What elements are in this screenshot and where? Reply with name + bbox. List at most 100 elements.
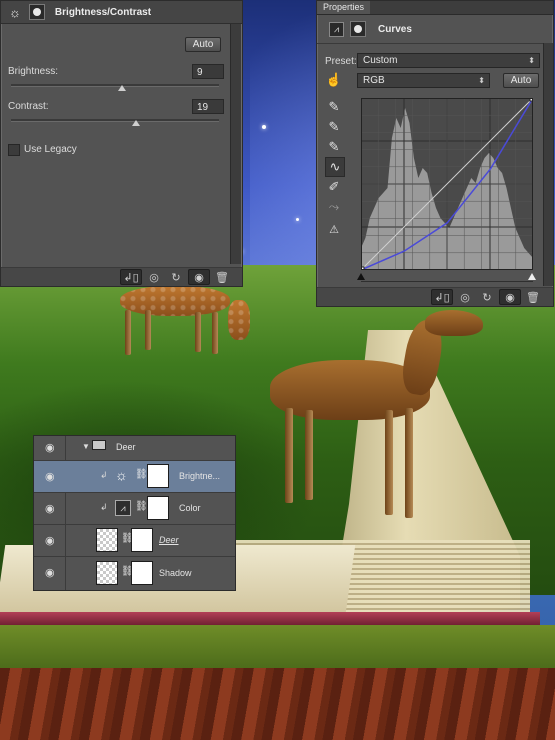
reset-icon[interactable]: ↻ — [477, 290, 497, 304]
pencil-icon[interactable]: ✐ — [325, 178, 343, 196]
sun-adjust-icon: ☼ — [9, 4, 21, 20]
white-point-slider[interactable] — [528, 273, 536, 280]
star — [262, 125, 266, 129]
scrollbar[interactable] — [543, 43, 553, 286]
fawn-leg — [195, 312, 201, 352]
mask-icon — [28, 4, 45, 20]
preset-select[interactable]: Custom ⬍ — [357, 53, 540, 68]
fawn-leg — [212, 312, 218, 354]
fawn-leg — [125, 310, 131, 355]
layer-name: Shadow — [159, 568, 192, 578]
panel-header: ☼ Brightness/Contrast — [1, 1, 242, 24]
layer-mask-thumbnail[interactable] — [131, 561, 153, 585]
deer-head — [425, 310, 483, 336]
chevron-updown-icon: ⬍ — [478, 76, 485, 85]
curves-graph[interactable] — [361, 98, 533, 270]
channel-value: RGB — [363, 75, 385, 86]
use-legacy-label: Use Legacy — [24, 144, 77, 155]
black-point-slider[interactable] — [357, 273, 365, 280]
clip-arrow-icon: ↲ — [100, 502, 108, 512]
layer-row[interactable]: ◉ ⛓ Shadow — [34, 557, 235, 589]
layer-row[interactable]: ◉ ⛓ Deer — [34, 525, 235, 557]
brightness-field[interactable]: 9 — [192, 64, 224, 79]
view-previous-icon[interactable]: ◎ — [455, 290, 475, 304]
deer-leg — [305, 410, 313, 500]
trash-icon[interactable]: 🗑 — [523, 290, 543, 304]
clip-to-layer-icon[interactable]: ↲▯ — [120, 269, 142, 285]
eye-icon[interactable]: ◉ — [45, 502, 55, 515]
warning-icon[interactable]: ⚠ — [325, 220, 343, 238]
view-previous-icon[interactable]: ◎ — [144, 270, 164, 284]
eyedropper-icon[interactable]: ✎ — [325, 98, 343, 116]
preset-label: Preset: — [325, 56, 357, 67]
preset-value: Custom — [363, 55, 398, 66]
fawn-head — [228, 300, 250, 340]
panel-title: Brightness/Contrast — [54, 6, 152, 18]
eyedropper-icon[interactable]: ✎ — [325, 118, 343, 136]
mask-icon — [350, 21, 366, 37]
use-legacy-checkbox[interactable] — [8, 144, 20, 156]
star — [296, 218, 299, 221]
deer-leg — [385, 410, 393, 515]
sun-adjust-icon: ☼ — [115, 467, 128, 483]
curves-header: ⩘ Curves — [317, 15, 553, 44]
layer-mask-thumbnail[interactable] — [131, 528, 153, 552]
brightness-label: Brightness: — [8, 66, 59, 77]
eye-icon[interactable]: ◉ — [45, 566, 55, 579]
scrollbar[interactable] — [230, 24, 241, 264]
brightness-slider-track[interactable] — [11, 84, 219, 87]
fawn-leg — [145, 310, 151, 350]
eye-icon[interactable]: ◉ — [499, 289, 521, 305]
panel-footer: ↲▯ ◎ ↻ ◉ 🗑 — [1, 267, 242, 286]
ground-grass — [0, 625, 555, 670]
contrast-field[interactable]: 19 — [192, 99, 224, 114]
contrast-slider-track[interactable] — [11, 119, 219, 122]
chevron-down-icon[interactable]: ▼ — [82, 442, 90, 451]
eyedropper-icon[interactable]: ✎ — [325, 138, 343, 156]
curves-auto-button[interactable]: Auto — [503, 73, 539, 88]
layer-name: Color — [179, 503, 201, 513]
layer-row[interactable]: ◉ ↲ ⩘ ⛓ Color — [34, 493, 235, 525]
layer-mask-thumbnail[interactable] — [147, 496, 169, 520]
layer-thumbnail[interactable] — [96, 528, 118, 552]
properties-panel: Properties ⩘ Curves Preset: Custom ⬍ ☝ R… — [316, 0, 554, 307]
clip-to-layer-icon[interactable]: ↲▯ — [431, 289, 453, 305]
eye-icon[interactable]: ◉ — [45, 534, 55, 547]
curves-adjust-icon: ⩘ — [115, 500, 131, 516]
chain-icon: ⛓ — [135, 469, 148, 480]
smooth-curve-icon[interactable]: ⤳ — [325, 198, 343, 216]
channel-select[interactable]: RGB ⬍ — [357, 73, 490, 88]
eye-icon[interactable]: ◉ — [188, 269, 210, 285]
deer-leg — [285, 408, 293, 503]
eye-icon[interactable]: ◉ — [45, 470, 55, 483]
clip-arrow-icon: ↲ — [100, 470, 108, 480]
layer-thumbnail[interactable] — [96, 561, 118, 585]
group-name: Deer — [116, 442, 136, 452]
folder-icon — [92, 440, 106, 450]
layer-name: Brightne... — [179, 471, 221, 481]
eye-icon[interactable]: ◉ — [45, 441, 55, 454]
brightness-slider-thumb[interactable] — [118, 85, 126, 91]
layer-row[interactable]: ◉ ↲ ☼ ⛓ Brightne... — [34, 461, 235, 493]
curves-adjust-icon: ⩘ — [329, 21, 344, 37]
layer-name: Deer — [159, 535, 179, 545]
reset-icon[interactable]: ↻ — [166, 270, 186, 284]
contrast-label: Contrast: — [8, 101, 49, 112]
layer-group-row[interactable]: ◉ ▼ Deer — [34, 436, 235, 461]
book-cover — [0, 612, 540, 626]
hand-icon[interactable]: ☝ — [325, 71, 343, 89]
panel-footer: ↲▯ ◎ ↻ ◉ 🗑 — [317, 287, 553, 306]
contrast-slider-thumb[interactable] — [132, 120, 140, 126]
layer-mask-thumbnail[interactable] — [147, 464, 169, 488]
properties-tab-bar: Properties — [317, 1, 553, 15]
layers-panel: ◉ ▼ Deer ◉ ↲ ☼ ⛓ Brightne... ◉ ↲ ⩘ ⛓ Col… — [33, 435, 236, 591]
smooth-icon[interactable]: ∿ — [325, 157, 345, 177]
auto-button[interactable]: Auto — [185, 37, 221, 52]
gradient-bar — [361, 281, 533, 282]
brightness-contrast-panel: ☼ Brightness/Contrast Auto Brightness: 9… — [0, 0, 243, 287]
chevron-updown-icon: ⬍ — [528, 56, 535, 65]
deer-leg — [405, 408, 413, 518]
ground-rock — [0, 668, 555, 740]
properties-tab[interactable]: Properties — [317, 1, 371, 14]
trash-icon[interactable]: 🗑 — [212, 270, 232, 284]
